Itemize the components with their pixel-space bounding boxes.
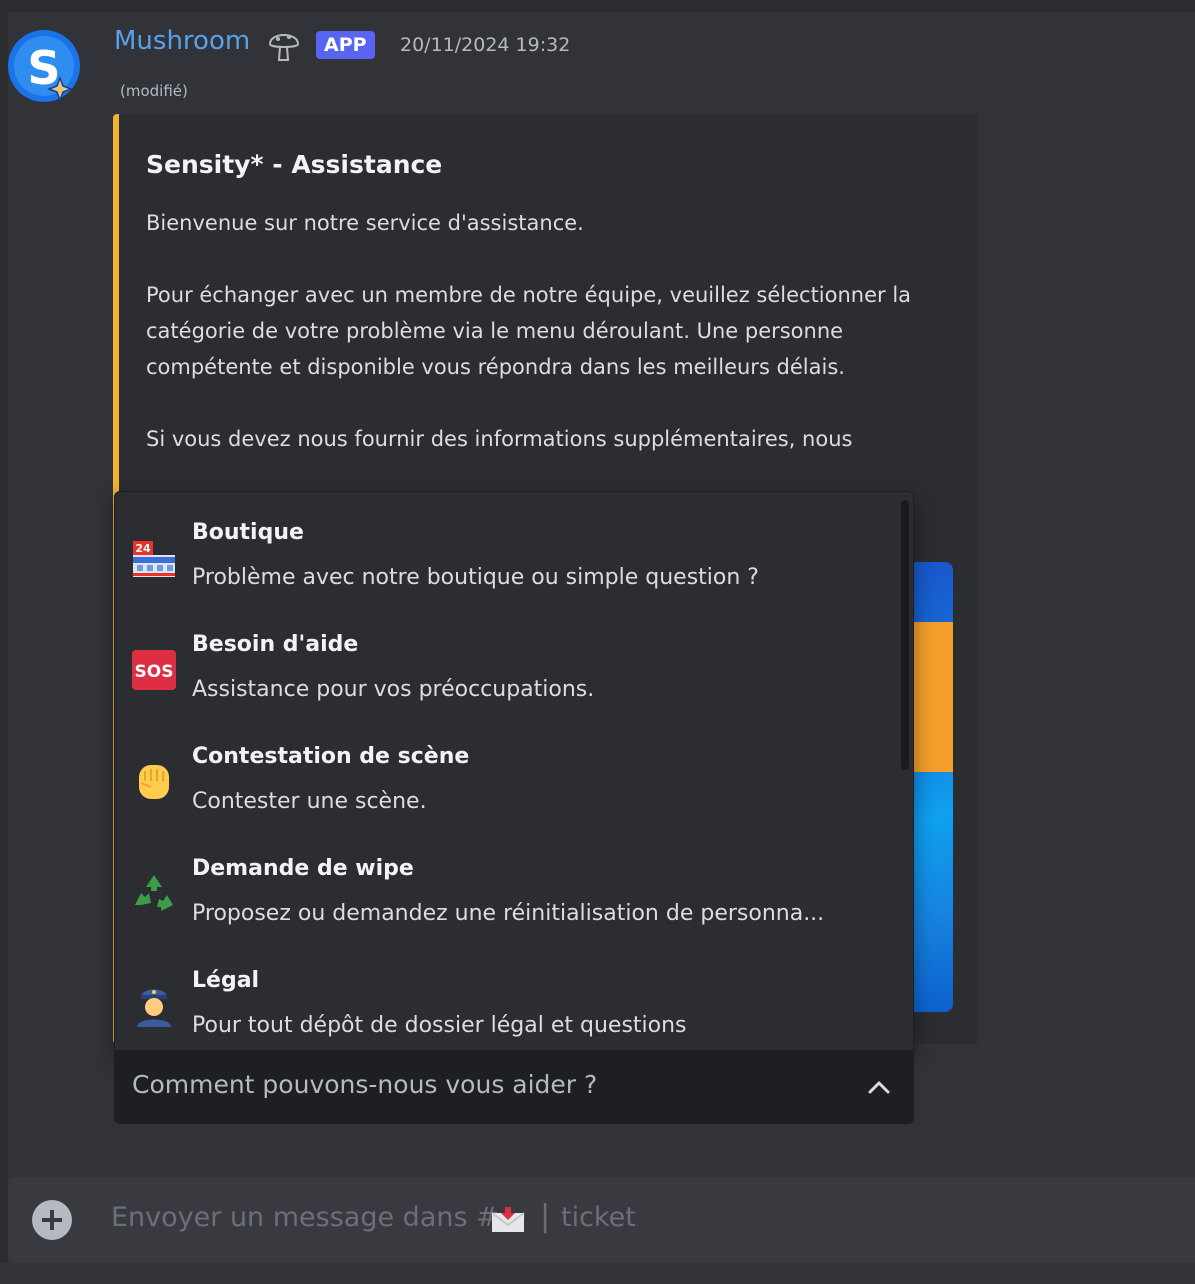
option-description: Assistance pour vos préoccupations.: [192, 677, 595, 702]
select-placeholder: Comment pouvons-nous vous aider ?: [132, 1070, 598, 1099]
message-composer[interactable]: Envoyer un message dans # | ticket: [8, 1177, 1195, 1263]
bottom-edge: [0, 1263, 1195, 1284]
channel-name: ticket: [561, 1202, 636, 1233]
channel-separator: |: [540, 1199, 551, 1234]
select-menu[interactable]: Comment pouvons-nous vous aider ?: [114, 1051, 914, 1124]
option-legal[interactable]: Légal Pour tout dépôt de dossier légal e…: [115, 950, 905, 1062]
select-menu-options: 24 Boutique Problème avec notre boutique…: [114, 491, 914, 1051]
edited-indicator: (modifié): [120, 82, 188, 100]
add-attachment-icon[interactable]: [32, 1200, 72, 1240]
sos-icon: SOS: [131, 647, 177, 693]
option-description: Contester une scène.: [192, 789, 427, 814]
raised-fist-icon: [131, 759, 177, 805]
option-description: Pour tout dépôt de dossier légal et ques…: [192, 1013, 687, 1038]
option-label: Boutique: [192, 520, 304, 545]
option-label: Besoin d'aide: [192, 632, 359, 657]
svg-text:24: 24: [135, 542, 151, 555]
avatar[interactable]: S: [8, 26, 80, 104]
option-besoin-aide[interactable]: SOS Besoin d'aide Assistance pour vos pr…: [115, 614, 905, 726]
svg-text:SOS: SOS: [135, 662, 174, 682]
convenience-store-icon: 24: [131, 535, 177, 581]
option-demande-wipe[interactable]: Demande de wipe Proposez ou demandez une…: [115, 838, 905, 950]
option-contestation[interactable]: Contestation de scène Contester une scèn…: [115, 726, 905, 838]
embed-title: Sensity* - Assistance: [146, 150, 443, 179]
option-description: Proposez ou demandez une réinitialisatio…: [192, 901, 825, 926]
recycle-icon: [131, 871, 177, 917]
embed-description: Bienvenue sur notre service d'assistance…: [146, 211, 912, 451]
option-label: Contestation de scène: [192, 744, 470, 769]
app-badge: APP: [316, 31, 375, 59]
option-boutique[interactable]: 24 Boutique Problème avec notre boutique…: [115, 502, 905, 614]
incoming-envelope-icon: [491, 1207, 525, 1233]
left-edge: [0, 0, 8, 1284]
option-label: Demande de wipe: [192, 856, 414, 881]
chevron-up-icon[interactable]: [866, 1075, 892, 1101]
composer-placeholder: Envoyer un message dans #: [111, 1202, 499, 1233]
option-description: Problème avec notre boutique ou simple q…: [192, 565, 759, 590]
mushroom-icon: [266, 26, 302, 66]
option-label: Légal: [192, 968, 260, 993]
police-officer-icon: [131, 983, 177, 1029]
author-name[interactable]: Mushroom: [114, 26, 250, 56]
message-timestamp: 20/11/2024 19:32: [400, 34, 571, 56]
top-edge: [0, 0, 1195, 12]
